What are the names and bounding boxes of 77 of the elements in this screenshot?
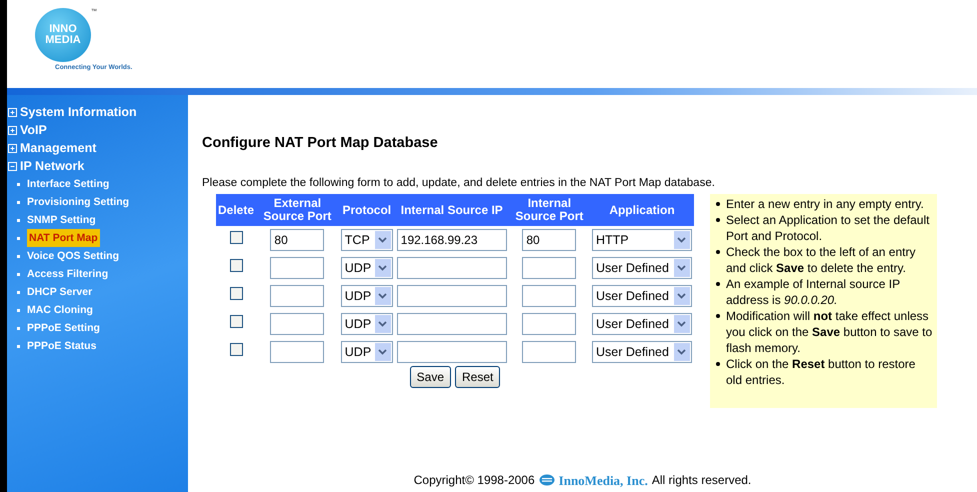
sidebar-link[interactable]: Interface Setting [27, 175, 110, 193]
help-tip: Enter a new entry in any empty entry. [726, 196, 924, 212]
sidebar-item[interactable]: System Information [7, 103, 188, 121]
help-tip: Modification will not take effect unless you click on the Save button to save to flash memory. [726, 308, 933, 356]
bullet-icon [716, 202, 720, 206]
save-button[interactable]: Save [410, 366, 451, 388]
sidebar-item[interactable]: IP Network [7, 157, 188, 175]
sidebar-item[interactable]: Management [7, 139, 188, 157]
help-tip: Click on the Reset button to restore old entries. [726, 356, 916, 388]
internal-port-field[interactable] [522, 285, 576, 307]
application-select[interactable]: User Defined [592, 341, 692, 363]
bullet-icon [17, 236, 20, 240]
expand-icon[interactable] [8, 108, 17, 116]
expand-icon[interactable] [8, 144, 17, 152]
company-link[interactable]: InnoMedia, Inc. [558, 470, 648, 490]
external-port-field[interactable] [270, 285, 324, 307]
internal-port-field[interactable] [522, 257, 576, 279]
column-header: Internal Source IP [394, 194, 509, 226]
column-header: Internal Source Port [508, 194, 590, 226]
protocol-select[interactable]: UDP [340, 257, 393, 279]
bullet-icon [716, 218, 720, 222]
external-port-field[interactable]: 80 [270, 229, 324, 251]
bullet-icon [716, 314, 720, 318]
bullet-icon [716, 250, 720, 254]
help-tip: An example of Internal source IP address is 90.0.0.20. [726, 276, 901, 308]
internal-ip-field[interactable] [396, 285, 507, 307]
internal-ip-field[interactable] [396, 341, 507, 363]
sidebar-item[interactable]: VoIP [7, 121, 188, 139]
bullet-icon [17, 218, 20, 222]
column-header: Delete [216, 194, 256, 226]
external-port-field[interactable] [270, 257, 324, 279]
help-tip: Select an Application to set the default Port and Protocol. [726, 212, 930, 244]
bullet-icon [17, 344, 20, 348]
bullet-icon [17, 308, 20, 312]
bullet-icon [17, 272, 20, 276]
external-port-field[interactable] [270, 341, 324, 363]
application-select[interactable]: HTTP [592, 229, 692, 251]
bullet-icon [17, 290, 20, 294]
bullet-icon [17, 254, 20, 258]
protocol-select[interactable]: TCP [340, 229, 393, 251]
protocol-select[interactable]: UDP [340, 313, 393, 335]
logo-bubble: INNO MEDIA [35, 8, 91, 62]
internal-ip-field[interactable]: 192.168.99.23 [396, 229, 507, 251]
collapse-icon[interactable] [8, 162, 17, 170]
page-title: Configure NAT Port Map Database [202, 134, 439, 153]
internal-port-field[interactable]: 80 [522, 229, 576, 251]
bullet-icon [716, 362, 720, 366]
company-logo-icon [538, 474, 555, 486]
expand-icon[interactable] [8, 126, 17, 134]
intro-text: Please complete the following form to add, update, and delete entries in the NAT Port Map database. [202, 176, 716, 191]
delete-checkbox[interactable] [230, 343, 243, 356]
delete-checkbox[interactable] [230, 287, 243, 300]
rights-text: All rights reserved. [652, 472, 752, 490]
column-header: Protocol [338, 194, 395, 226]
sidebar-link[interactable]: Provisioning Setting [27, 193, 130, 211]
bullet-icon [17, 182, 20, 186]
internal-ip-field[interactable] [396, 257, 507, 279]
copyright-text: Copyright© 1998-2006 [414, 472, 535, 490]
bullet-icon [716, 282, 720, 286]
protocol-select[interactable]: UDP [340, 341, 393, 363]
delete-checkbox[interactable] [230, 231, 243, 244]
delete-checkbox[interactable] [230, 259, 243, 272]
bullet-icon [17, 200, 20, 204]
external-port-field[interactable] [270, 313, 324, 335]
reset-button[interactable]: Reset [455, 366, 500, 388]
application-select[interactable]: User Defined [592, 257, 692, 279]
column-header: External Source Port [256, 194, 339, 226]
delete-checkbox[interactable] [230, 315, 243, 328]
column-header: Application [590, 194, 694, 226]
application-select[interactable]: User Defined [592, 313, 692, 335]
application-select[interactable]: User Defined [592, 285, 692, 307]
internal-ip-field[interactable] [396, 313, 507, 335]
internal-port-field[interactable] [522, 341, 576, 363]
internal-port-field[interactable] [522, 313, 576, 335]
help-tip: Check the box to the left of an entry and click Save to delete the entry. [726, 244, 916, 276]
bullet-icon [17, 326, 20, 330]
protocol-select[interactable]: UDP [340, 285, 393, 307]
